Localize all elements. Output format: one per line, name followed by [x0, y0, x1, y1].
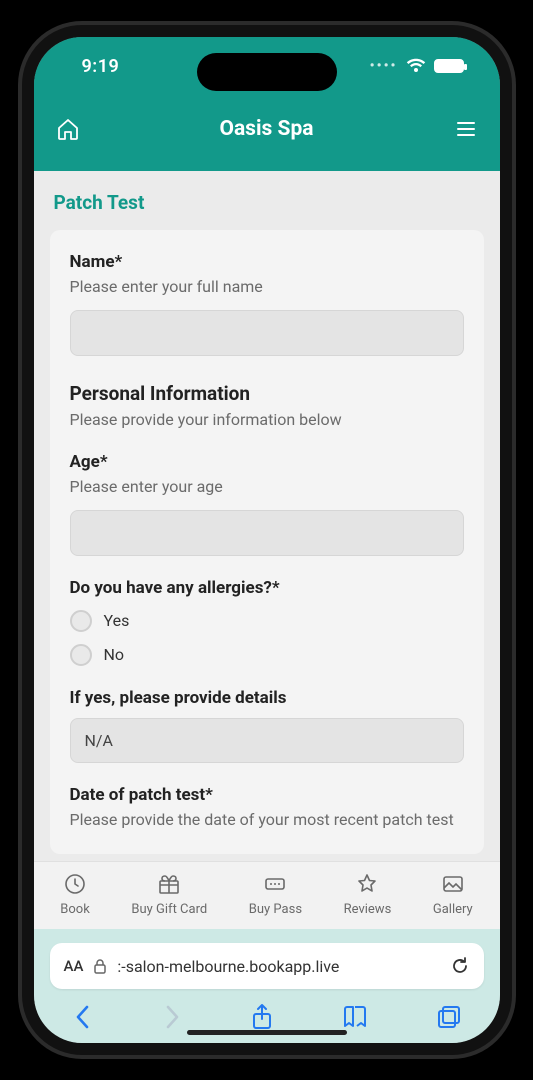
ticket-icon	[263, 872, 287, 896]
form-card: Name* Please enter your full name Person…	[50, 230, 484, 854]
radio-label-yes: Yes	[104, 611, 130, 630]
reload-icon[interactable]	[450, 956, 470, 976]
name-help: Please enter your full name	[70, 276, 464, 298]
age-label: Age*	[70, 452, 464, 472]
radio-label-no: No	[104, 645, 125, 664]
home-icon[interactable]	[56, 117, 80, 141]
clock-icon	[63, 872, 87, 896]
hamburger-menu-icon[interactable]	[454, 117, 478, 141]
url-bar[interactable]: AA :-salon-melbourne.bookapp.live	[50, 943, 484, 989]
tab-reviews[interactable]: Reviews	[344, 872, 392, 917]
back-icon[interactable]	[72, 1003, 94, 1031]
url-text: :-salon-melbourne.bookapp.live	[117, 957, 439, 976]
allergy-details-label: If yes, please provide details	[70, 688, 464, 708]
tab-label: Buy Gift Card	[131, 902, 207, 917]
cellular-dots-icon: ••••	[370, 58, 398, 74]
field-name: Name* Please enter your full name	[70, 252, 464, 356]
allergies-option-yes[interactable]: Yes	[70, 610, 464, 632]
image-icon	[441, 872, 465, 896]
tabs-icon[interactable]	[436, 1004, 462, 1030]
status-time: 9:19	[82, 56, 120, 77]
tab-book[interactable]: Book	[60, 872, 90, 917]
tab-label: Gallery	[433, 902, 473, 917]
age-input[interactable]	[70, 510, 464, 556]
lock-icon	[93, 958, 107, 974]
bottom-tab-bar: Book Buy Gift Card Buy Pass Reviews Gall…	[34, 861, 500, 929]
page-title: Patch Test	[54, 191, 484, 214]
allergies-label: Do you have any allergies?*	[70, 578, 464, 598]
bookmarks-icon[interactable]	[341, 1004, 369, 1030]
share-icon[interactable]	[250, 1003, 274, 1031]
star-icon	[355, 872, 379, 896]
field-allergies: Do you have any allergies?* Yes No	[70, 578, 464, 666]
wifi-icon	[406, 58, 426, 74]
tab-label: Buy Pass	[249, 902, 302, 917]
radio-icon	[70, 610, 92, 632]
app-title: Oasis Spa	[219, 117, 313, 141]
allergies-option-no[interactable]: No	[70, 644, 464, 666]
status-indicators: ••••	[370, 58, 464, 74]
battery-icon	[434, 59, 464, 73]
age-help: Please enter your age	[70, 476, 464, 498]
field-age: Age* Please enter your age	[70, 452, 464, 556]
home-indicator[interactable]	[187, 1030, 347, 1035]
field-allergy-details: If yes, please provide details N/A	[70, 688, 464, 763]
gift-icon	[157, 872, 181, 896]
section-help: Please provide your information below	[70, 409, 464, 431]
forward-icon[interactable]	[161, 1003, 183, 1031]
dynamic-island	[197, 53, 337, 91]
section-title: Personal Information	[70, 382, 464, 405]
text-size-icon[interactable]: AA	[64, 957, 84, 975]
allergy-details-input[interactable]: N/A	[70, 718, 464, 763]
radio-icon	[70, 644, 92, 666]
tab-gallery[interactable]: Gallery	[433, 872, 473, 917]
patch-date-label: Date of patch test*	[70, 785, 464, 805]
phone-frame: 9:19 •••• Oasis Spa Patch Test Name* Ple…	[22, 25, 512, 1055]
tab-buy-pass[interactable]: Buy Pass	[249, 872, 302, 917]
name-label: Name*	[70, 252, 464, 272]
tab-gift-card[interactable]: Buy Gift Card	[131, 872, 207, 917]
safari-toolbar	[50, 989, 484, 1035]
form-scroll-area[interactable]: Patch Test Name* Please enter your full …	[34, 171, 500, 861]
tab-label: Reviews	[344, 902, 392, 917]
field-patch-date: Date of patch test* Please provide the d…	[70, 785, 464, 831]
tab-label: Book	[60, 902, 90, 917]
patch-date-help: Please provide the date of your most rec…	[70, 809, 464, 831]
name-input[interactable]	[70, 310, 464, 356]
safari-chrome: AA :-salon-melbourne.bookapp.live	[34, 929, 500, 1043]
app-header: Oasis Spa	[34, 95, 500, 171]
